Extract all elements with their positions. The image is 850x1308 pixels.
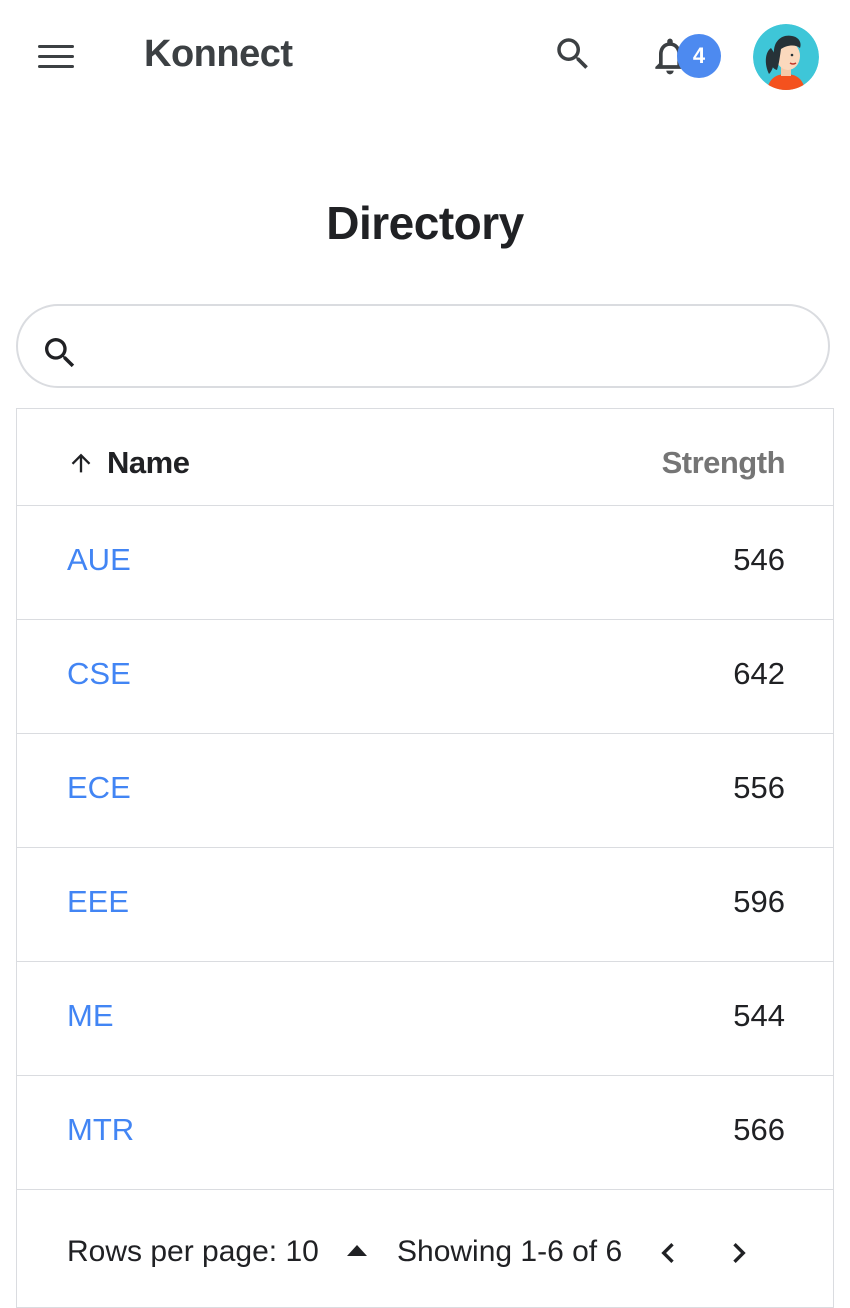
- search-field[interactable]: [16, 304, 830, 388]
- previous-page-button[interactable]: [648, 1233, 688, 1273]
- strength-value: 566: [733, 1112, 785, 1147]
- strength-value: 546: [733, 542, 785, 577]
- search-icon: [45, 338, 75, 368]
- menu-button[interactable]: [36, 40, 76, 74]
- chevron-right-icon: [733, 1243, 746, 1263]
- directory-table: Name Strength AUE 546 CSE 642 ECE 556 EE…: [16, 408, 834, 1308]
- table-row: CSE 642: [17, 620, 833, 734]
- rows-per-page-select[interactable]: [337, 1235, 377, 1271]
- department-link[interactable]: CSE: [67, 656, 131, 692]
- department-link[interactable]: MTR: [67, 1112, 134, 1148]
- strength-value: 642: [733, 656, 785, 691]
- showing-range-label: Showing 1-6 of 6: [397, 1235, 623, 1268]
- triangle-up-icon: [347, 1245, 367, 1256]
- notification-badge: 4: [677, 34, 721, 78]
- department-link[interactable]: ME: [67, 998, 114, 1034]
- strength-value: 596: [733, 884, 785, 919]
- strength-value: 556: [733, 770, 785, 805]
- chevron-left-icon: [661, 1243, 674, 1263]
- column-header-strength[interactable]: Strength: [662, 445, 786, 481]
- column-header-name-label: Name: [107, 445, 190, 480]
- department-link[interactable]: ECE: [67, 770, 131, 806]
- table-row: EEE 596: [17, 848, 833, 962]
- next-page-button[interactable]: [719, 1233, 759, 1273]
- arrow-up-icon: [71, 453, 91, 473]
- page-title: Directory: [326, 197, 524, 249]
- table-row: ECE 556: [17, 734, 833, 848]
- search-input[interactable]: [98, 316, 802, 378]
- table-header: Name Strength: [17, 409, 833, 506]
- table-row: MTR 566: [17, 1076, 833, 1190]
- user-avatar[interactable]: [753, 24, 819, 90]
- table-row: AUE 546: [17, 506, 833, 620]
- app-title: Konnect: [144, 33, 293, 75]
- table-body: AUE 546 CSE 642 ECE 556 EEE 596 ME 544 M…: [17, 506, 833, 1190]
- app-bar: Konnect 4: [0, 0, 850, 112]
- table-pagination: Rows per page: 10 Showing 1-6 of 6: [17, 1191, 833, 1291]
- avatar-illustration: [753, 24, 819, 90]
- column-header-name[interactable]: Name: [67, 445, 190, 481]
- department-link[interactable]: EEE: [67, 884, 129, 920]
- rows-per-page-label: Rows per page: 10: [67, 1235, 319, 1268]
- strength-value: 544: [733, 998, 785, 1033]
- department-link[interactable]: AUE: [67, 542, 131, 578]
- search-button[interactable]: [552, 33, 594, 75]
- search-icon: [557, 38, 588, 69]
- table-row: ME 544: [17, 962, 833, 1076]
